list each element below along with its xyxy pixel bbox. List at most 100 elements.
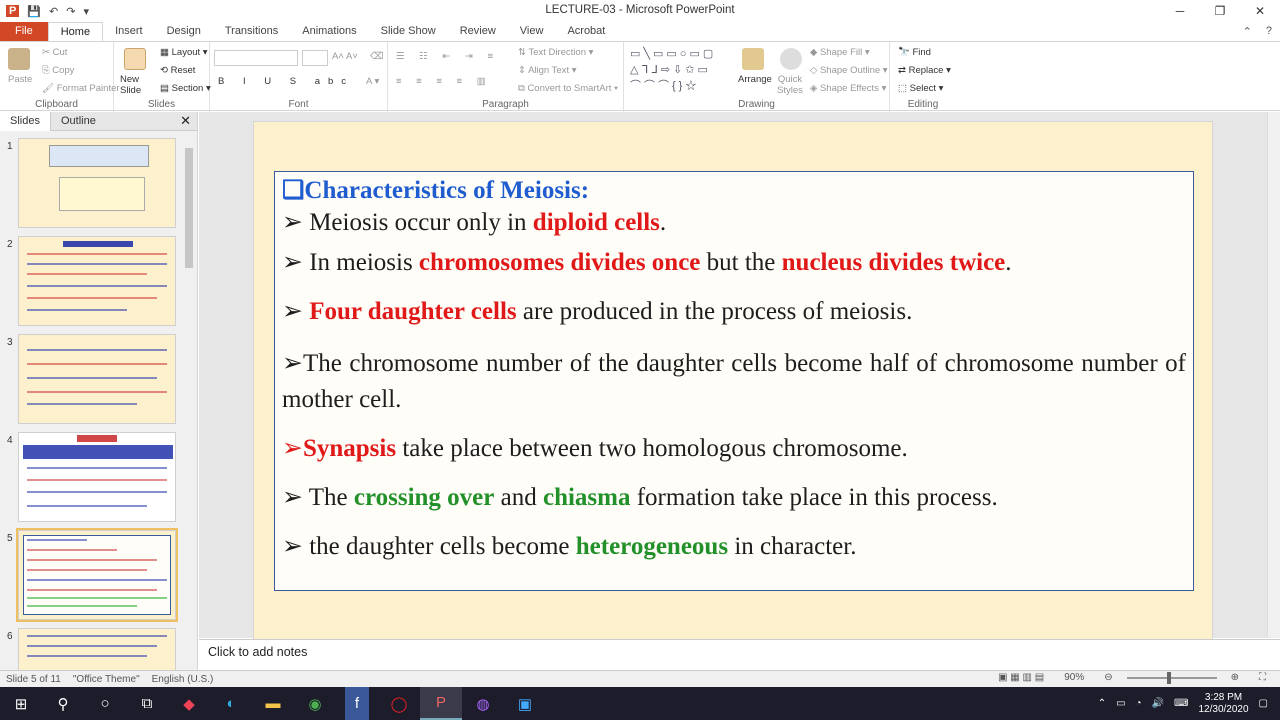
tab-home[interactable]: Home [47,22,104,41]
zoom-slider[interactable] [1126,671,1217,684]
slide-counter: Slide 5 of 11 [6,673,61,685]
messenger-icon[interactable]: ◍ [462,687,504,720]
battery-icon[interactable]: ▭ [1116,698,1125,709]
paste-button[interactable]: Paste [8,74,32,85]
font-label: Font [288,99,309,110]
slide-thumbnail-5[interactable]: 5 [0,528,182,622]
input-language-icon[interactable]: ⌨ [1174,698,1188,709]
font-name-box[interactable] [214,50,298,66]
new-slide-icon[interactable] [124,48,146,70]
section-button[interactable]: ▤ Section ▾ [160,83,211,94]
tab-review[interactable]: Review [448,22,508,41]
reset-button[interactable]: ⟲ Reset [160,65,195,76]
normal-view-icon[interactable]: ▣ ▦ ▥ ▤ [992,672,1050,683]
edge-icon[interactable]: ◐ [210,687,252,720]
reset-icon: ⟲ [160,65,171,76]
select-button[interactable]: ⬚ Select ▾ [898,83,943,94]
align-text-icon: ⇕ [518,65,529,76]
format-painter-button[interactable]: 🖌 Format Painter [42,83,120,94]
tab-animations[interactable]: Animations [290,22,368,41]
shape-effects-button[interactable]: ◈ Shape Effects ▾ [810,83,886,94]
replace-button[interactable]: ⇄ Replace ▾ [898,65,951,76]
zoom-out-icon[interactable]: ⊖ [1098,672,1118,683]
zoom-level[interactable]: 90% [1058,672,1090,683]
minimize-ribbon-icon[interactable]: ⌃ [1243,25,1252,38]
quick-styles-icon[interactable] [780,48,802,70]
tab-insert[interactable]: Insert [103,22,155,41]
network-icon[interactable]: ◔ [1136,698,1142,709]
tab-outline[interactable]: Outline [51,112,106,131]
cortana-icon[interactable]: ○ [84,687,126,720]
tab-acrobat[interactable]: Acrobat [555,22,617,41]
tray-chevron-icon[interactable]: ⌃ [1098,698,1106,709]
new-slide-button[interactable]: New Slide [120,74,154,96]
language-indicator[interactable]: English (U.S.) [146,674,220,685]
zoom-app-icon[interactable]: ▣ [504,687,546,720]
slide-text-box[interactable]: ❑Characteristics of Meiosis: ➢ Meiosis o… [274,171,1194,591]
arrange-icon[interactable] [742,48,764,70]
slide-scrollbar[interactable] [1267,112,1280,638]
clock[interactable]: 3:28 PM 12/30/2020 [1198,692,1248,716]
tab-transitions[interactable]: Transitions [213,22,290,41]
slide-thumbnail-2[interactable]: 2 [0,236,182,328]
facebook-icon[interactable]: f [345,687,369,720]
fit-slide-icon[interactable]: ⛶ [1253,672,1272,683]
shapes-gallery[interactable]: ▭╲▭▭○▭▢ △ᒣᒧ⇨⇩✩▭ ⌒⌒⌒{}☆ [630,46,728,94]
shape-fill-button[interactable]: ◆ Shape Fill ▾ [810,47,870,58]
notifications-icon[interactable]: ▢ [1259,698,1268,709]
arrange-button[interactable]: Arrange [738,74,772,85]
file-explorer-icon[interactable]: ▬ [252,687,294,720]
alignment-icons[interactable]: ≡ ≡ ≡ ≡ ▥ [396,76,492,87]
bullets-icon[interactable]: ☰ ☷ ⇤ ⇥ ≡ [396,51,499,62]
find-button[interactable]: 🔭 Find [898,47,931,58]
task-view-icon[interactable]: ⧉ [126,687,168,720]
close-button[interactable]: ✕ [1240,0,1280,22]
tab-design[interactable]: Design [155,22,213,41]
paste-icon[interactable] [8,48,30,70]
powerpoint-taskbar-icon[interactable]: P [420,687,462,720]
font-size-box[interactable] [302,50,328,66]
opera-icon[interactable]: ◯ [378,687,420,720]
tab-view[interactable]: View [508,22,556,41]
layout-button[interactable]: ▦ Layout ▾ [160,47,208,58]
font-style-buttons[interactable]: B I U S abc [218,76,354,87]
replace-icon: ⇄ [898,65,909,76]
volume-icon[interactable]: 🔊 [1152,698,1164,709]
font-color-icon[interactable]: A ▾ [366,76,379,87]
help-icon[interactable]: ? [1266,25,1272,38]
app-red-icon[interactable]: ◆ [168,687,210,720]
tab-slides[interactable]: Slides [0,111,51,131]
zoom-in-icon[interactable]: ⊕ [1225,672,1245,683]
tab-file[interactable]: File [0,22,48,41]
windows-start-icon[interactable]: ⊞ [0,687,42,720]
grow-font-icon[interactable]: A˄ A˅ [332,51,358,62]
undo-icon[interactable]: ↶ [49,5,58,18]
quick-styles-button[interactable]: Quick Styles [774,74,806,96]
cut-button[interactable]: ✂ Cut [42,47,67,58]
save-icon[interactable]: 💾 [27,5,41,18]
clear-format-icon[interactable]: ⌫ [370,51,383,62]
customize-qat-icon[interactable]: ▾ [83,5,89,18]
slides-pane: Slides Outline ✕ 1 2 3 4 5 6 [0,111,198,670]
redo-icon[interactable]: ↷ [66,5,75,18]
maximize-button[interactable]: ❐ [1200,0,1240,22]
smartart-button[interactable]: ⧉ Convert to SmartArt ▾ [518,83,618,94]
shape-outline-button[interactable]: ◇ Shape Outline ▾ [810,65,888,76]
minimize-button[interactable]: ─ [1160,0,1200,22]
bullet-7: ➢ the daughter cells become heterogeneou… [282,533,857,560]
close-pane-icon[interactable]: ✕ [180,113,191,129]
search-icon[interactable]: ⚲ [42,687,84,720]
copy-button[interactable]: ⎘ Copy [42,65,74,76]
brush-icon: 🖌 [42,83,57,94]
align-text-button[interactable]: ⇕ Align Text ▾ [518,65,577,76]
chrome-icon[interactable]: ◉ [294,687,336,720]
slides-pane-scrollbar[interactable] [183,134,195,670]
slide-thumbnail-1[interactable]: 1 [0,138,182,230]
tab-slide-show[interactable]: Slide Show [369,22,448,41]
slide-thumbnail-6[interactable]: 6 [0,628,182,670]
slide-thumbnail-3[interactable]: 3 [0,334,182,426]
slide-thumbnail-4[interactable]: 4 [0,432,182,524]
notes-pane[interactable]: Click to add notes [199,639,1280,670]
zoom-slider-handle[interactable] [1166,671,1171,684]
text-direction-button[interactable]: ⇅ Text Direction ▾ [518,47,593,58]
